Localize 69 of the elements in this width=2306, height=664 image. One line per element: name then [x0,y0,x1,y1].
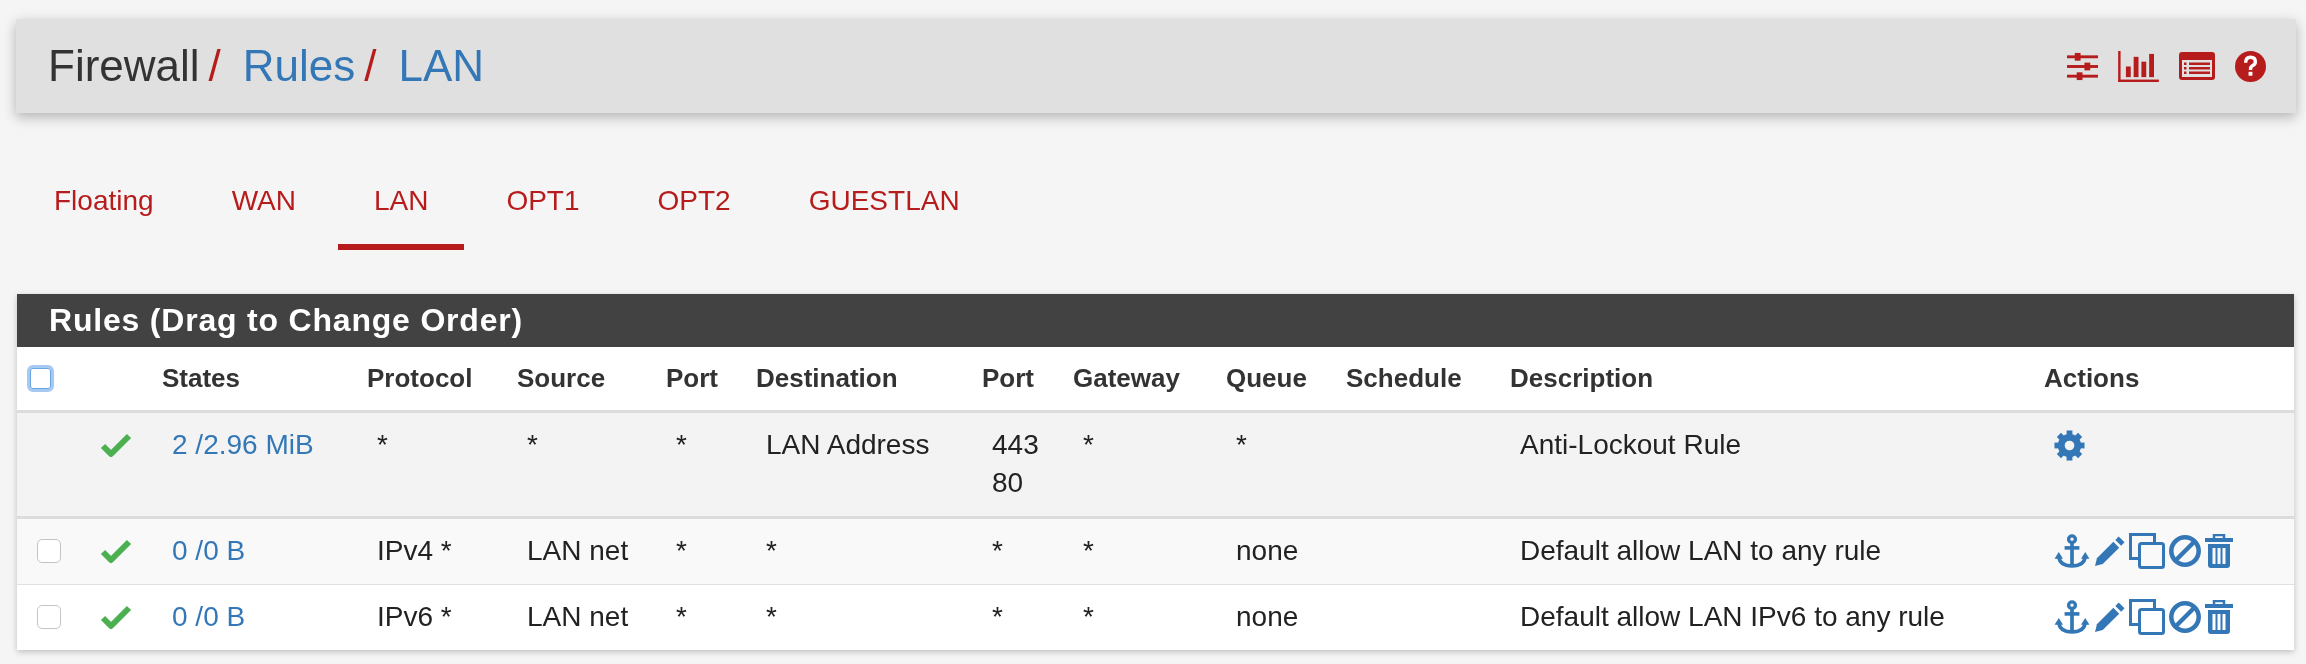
pencil-icon[interactable] [2094,535,2125,567]
destination-value: * [766,600,777,634]
port-value: * [676,534,687,568]
list-window-icon[interactable] [2179,52,2215,80]
destination-value: LAN Address [766,428,930,462]
source-value: LAN net [527,600,629,634]
tab[interactable]: Floating [18,162,190,250]
help-icon[interactable] [2235,50,2266,82]
prohibited-icon[interactable] [2169,535,2201,567]
gateway-value: * [1083,600,1094,634]
anchor-icon[interactable] [2054,533,2090,569]
trash-icon[interactable] [2205,534,2233,568]
column-heading: States [162,363,241,393]
sliders-icon[interactable] [2067,50,2098,82]
tab[interactable]: OPT1 [470,162,616,250]
port-value: * [992,534,1003,568]
tab[interactable]: LAN [337,162,465,250]
states-link[interactable]: 2 /2.96 MiB [172,426,314,464]
copy-icon[interactable] [2129,533,2165,569]
select-all-checkbox[interactable] [27,364,54,392]
port-value: * [992,600,1003,634]
tab[interactable]: GUESTLAN [772,162,996,250]
bar-chart-icon[interactable] [2118,50,2159,82]
tab[interactable]: WAN [195,162,332,250]
column-heading: Port [666,363,718,393]
tab[interactable]: OPT2 [621,162,767,250]
trash-icon[interactable] [2205,600,2233,634]
description-text: Anti-Lockout Rule [1520,428,1741,462]
description-text: Default allow LAN IPv6 to any rule [1520,600,1945,634]
states-link[interactable]: 0 /0 B [172,598,246,636]
column-heading: Port [982,363,1034,393]
row-checkbox[interactable] [37,539,61,563]
column-heading: Protocol [367,363,473,393]
port-value: * [676,428,687,462]
anchor-icon[interactable] [2054,599,2090,635]
column-heading: Actions [2044,363,2140,393]
source-value: * [527,428,538,462]
port-value: * [676,600,687,634]
copy-icon[interactable] [2129,599,2165,635]
column-heading: Gateway [1073,363,1180,393]
breadcrumb-separator: / [208,40,221,92]
gear-icon[interactable] [2054,429,2085,461]
breadcrumb-link[interactable]: Rules [242,40,356,92]
breadcrumb-text: Firewall [48,40,200,92]
gateway-value: * [1083,534,1094,568]
destination-value: * [766,534,777,568]
column-heading: Queue [1226,363,1307,393]
pencil-icon[interactable] [2094,601,2125,633]
port-value: 443 [992,428,1039,462]
queue-value: * [1236,428,1247,462]
queue-value: none [1236,534,1299,568]
source-value: LAN net [527,534,629,568]
states-link[interactable]: 0 /0 B [172,532,246,570]
protocol-value: IPv4 * [377,534,452,568]
gateway-value: * [1083,428,1094,462]
column-heading: Description [1510,363,1654,393]
column-heading: Schedule [1346,363,1462,393]
breadcrumb-separator: / [364,40,377,92]
port-value: 80 [992,466,1024,500]
protocol-value: IPv6 * [377,600,452,634]
column-heading: Destination [756,363,898,393]
queue-value: none [1236,600,1299,634]
protocol-value: * [377,428,388,462]
prohibited-icon[interactable] [2169,601,2201,633]
row-checkbox[interactable] [37,605,61,629]
description-text: Default allow LAN to any rule [1520,534,1882,568]
breadcrumb-link[interactable]: LAN [398,40,485,92]
panel-title: Rules (Drag to Change Order) [49,302,523,339]
column-heading: Source [517,363,606,393]
